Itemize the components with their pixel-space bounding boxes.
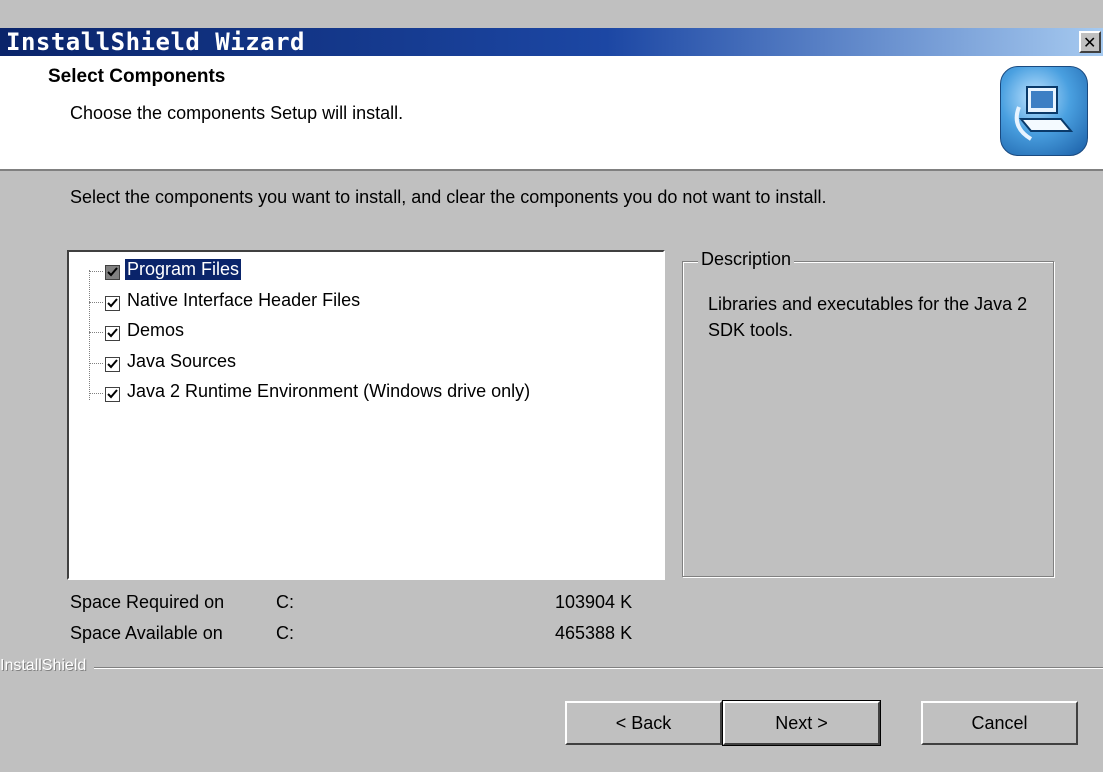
cancel-button[interactable]: Cancel — [921, 701, 1078, 745]
space-required-value: 103904 K — [555, 592, 633, 612]
component-checkbox[interactable] — [105, 265, 120, 280]
description-text: Libraries and executables for the Java 2… — [708, 294, 1028, 340]
components-tree[interactable]: Program Files Native Interface Header Fil… — [67, 250, 665, 580]
checkmark-icon — [107, 328, 118, 338]
space-available-value: 465388 K — [555, 623, 633, 643]
component-label: Native Interface Header Files — [127, 289, 361, 310]
separator — [0, 667, 1103, 669]
tree-connector — [89, 362, 103, 364]
back-button[interactable]: < Back — [565, 701, 722, 745]
tree-connector — [89, 332, 103, 333]
page-title: Select Components — [48, 66, 226, 87]
window-title: InstallShield Wizard — [6, 28, 305, 56]
page-subtitle: Choose the components Setup will install… — [70, 103, 404, 123]
checkmark-icon — [107, 297, 118, 307]
component-label: Java 2 Runtime Environment (Windows driv… — [127, 381, 531, 401]
description-legend: Description — [698, 249, 795, 270]
component-label: Demos — [127, 320, 185, 340]
checkmark-icon — [107, 267, 118, 277]
checkmark-icon — [107, 389, 118, 399]
close-button[interactable]: ✕ — [1079, 31, 1101, 53]
space-required-drive: C: — [276, 592, 294, 612]
tree-connector — [89, 271, 103, 272]
close-icon: ✕ — [1083, 33, 1097, 52]
instruction-text: Select the components you want to instal… — [70, 187, 827, 207]
component-checkbox[interactable] — [105, 295, 120, 311]
component-checkbox[interactable] — [105, 387, 120, 402]
component-checkbox[interactable] — [105, 356, 120, 372]
setup-computer-icon — [1000, 66, 1088, 156]
component-checkbox[interactable] — [105, 326, 120, 341]
next-button[interactable]: Next > — [722, 700, 881, 746]
component-label: Java Sources — [127, 350, 237, 371]
title-bar: InstallShield Wizard ✕ — [0, 28, 1103, 56]
space-required-label: Space Required on — [70, 592, 225, 612]
brand-label: InstallShield — [0, 657, 95, 675]
tree-connector — [89, 270, 90, 400]
component-label: Program Files — [125, 259, 242, 280]
tree-connector — [89, 393, 103, 394]
checkmark-icon — [107, 358, 118, 368]
space-available-drive: C: — [276, 623, 294, 643]
wizard-header: Select Components Choose the components … — [0, 56, 1103, 171]
tree-connector — [89, 301, 103, 303]
space-available-label: Space Available on — [70, 623, 223, 643]
